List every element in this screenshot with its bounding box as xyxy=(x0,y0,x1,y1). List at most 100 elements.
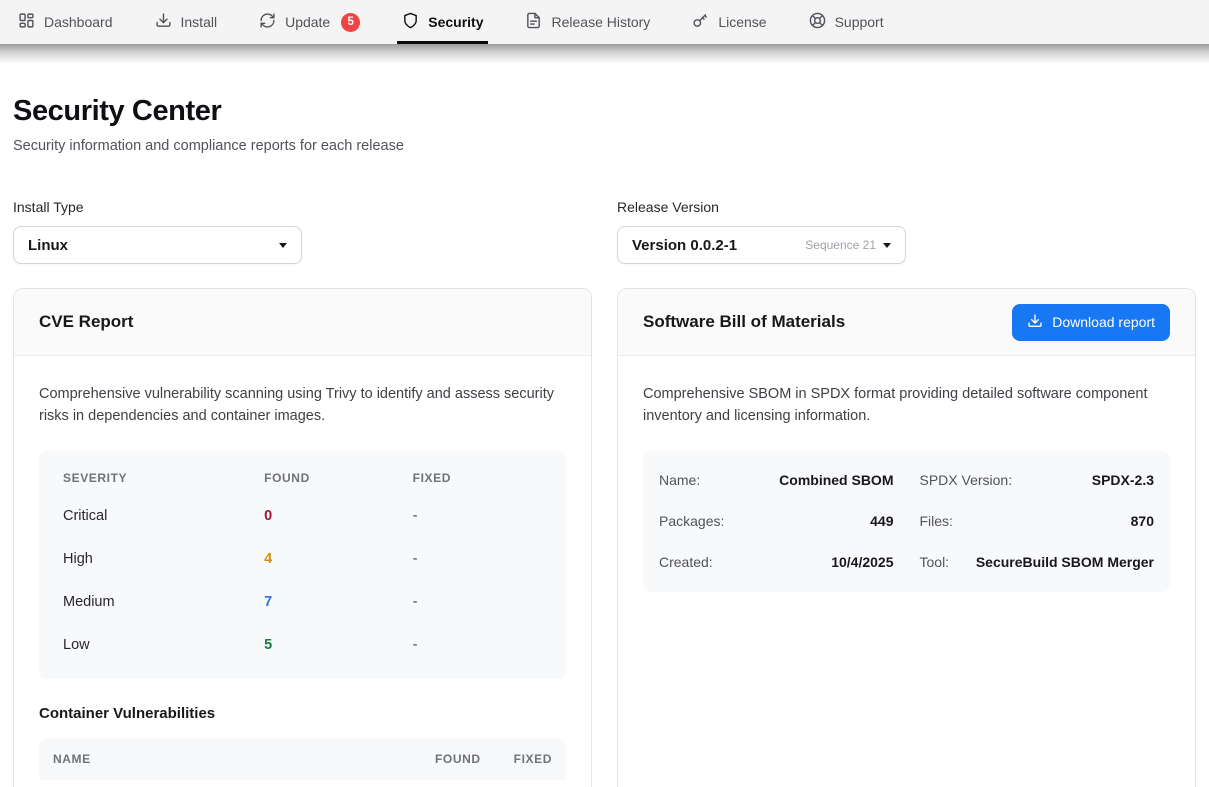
download-icon xyxy=(1027,313,1043,332)
nav-item-update[interactable]: Update 5 xyxy=(259,0,360,44)
col-found: FOUND xyxy=(264,471,412,485)
found-count: 7 xyxy=(264,594,412,610)
severity-label: Low xyxy=(63,637,264,653)
security-center-page: Security Center Security information and… xyxy=(0,95,1209,787)
nav-item-release-history[interactable]: Release History xyxy=(525,0,650,44)
severity-label: High xyxy=(63,551,264,567)
detail-value: 870 xyxy=(1131,513,1154,529)
found-count: 0 xyxy=(264,508,412,524)
nav-label: Release History xyxy=(551,14,650,30)
chevron-down-icon xyxy=(279,243,287,248)
severity-table: SEVERITY FOUND FIXED Critical 0 - High 4… xyxy=(39,451,566,679)
fixed-count: - xyxy=(413,551,542,567)
cve-report-description: Comprehensive vulnerability scanning usi… xyxy=(39,384,566,428)
install-type-label: Install Type xyxy=(13,199,592,215)
col-fixed: FIXED xyxy=(514,752,552,766)
detail-label: Files: xyxy=(920,513,953,529)
sbom-detail-files: Files: 870 xyxy=(920,501,1155,542)
support-lifebuoy-icon xyxy=(809,12,826,32)
nav-label: Install xyxy=(181,14,218,30)
cve-report-body: Comprehensive vulnerability scanning usi… xyxy=(14,356,591,787)
sbom-details-table: Name: Combined SBOM SPDX Version: SPDX-2… xyxy=(643,451,1170,592)
install-icon xyxy=(155,12,172,32)
fixed-count: - xyxy=(413,594,542,610)
install-type-select[interactable]: Linux xyxy=(13,226,302,264)
nav-label: Dashboard xyxy=(44,14,113,30)
top-navigation: Dashboard Install Update 5 Security xyxy=(0,0,1209,44)
page-title: Security Center xyxy=(13,95,1196,128)
container-vulnerabilities-section: Container Vulnerabilities NAME FOUND FIX… xyxy=(39,705,566,780)
page-subtitle: Security information and compliance repo… xyxy=(13,138,1196,154)
cve-report-card: CVE Report Comprehensive vulnerability s… xyxy=(13,288,592,787)
update-count-badge: 5 xyxy=(341,13,360,32)
severity-row-low: Low 5 - xyxy=(63,624,542,667)
detail-label: Name: xyxy=(659,472,700,488)
sbom-detail-created: Created: 10/4/2025 xyxy=(659,542,894,583)
release-version-value: Version 0.0.2-1 xyxy=(632,237,737,254)
col-found: FOUND xyxy=(435,752,481,766)
release-history-icon xyxy=(525,12,542,32)
nav-label: License xyxy=(718,14,766,30)
chevron-down-icon xyxy=(883,243,891,248)
detail-value: 10/4/2025 xyxy=(831,554,893,570)
download-report-label: Download report xyxy=(1052,314,1155,330)
download-report-button[interactable]: Download report xyxy=(1012,304,1170,341)
found-count: 4 xyxy=(264,551,412,567)
nav-shadow-divider xyxy=(0,44,1209,64)
col-fixed: FIXED xyxy=(413,471,542,485)
found-count: 5 xyxy=(264,637,412,653)
nav-label: Support xyxy=(835,14,884,30)
update-icon xyxy=(259,12,276,32)
nav-item-install[interactable]: Install xyxy=(155,0,218,44)
detail-label: SPDX Version: xyxy=(920,472,1013,488)
container-vulnerabilities-title: Container Vulnerabilities xyxy=(39,705,566,722)
dashboard-icon xyxy=(18,12,35,32)
license-key-icon xyxy=(692,12,709,32)
detail-value: Combined SBOM xyxy=(779,472,893,488)
sbom-description: Comprehensive SBOM in SPDX format provid… xyxy=(643,384,1170,428)
severity-row-high: High 4 - xyxy=(63,538,542,581)
sbom-detail-tool: Tool: SecureBuild SBOM Merger xyxy=(920,542,1155,583)
severity-row-critical: Critical 0 - xyxy=(63,495,542,538)
sbom-body: Comprehensive SBOM in SPDX format provid… xyxy=(618,356,1195,616)
report-cards: CVE Report Comprehensive vulnerability s… xyxy=(13,288,1196,787)
col-name: NAME xyxy=(53,752,435,766)
col-severity: SEVERITY xyxy=(63,471,264,485)
cve-report-title: CVE Report xyxy=(39,312,133,332)
nav-label: Security xyxy=(428,14,483,30)
severity-label: Medium xyxy=(63,594,264,610)
nav-label: Update xyxy=(285,14,330,30)
nav-item-license[interactable]: License xyxy=(692,0,766,44)
install-type-value: Linux xyxy=(28,237,68,254)
detail-label: Created: xyxy=(659,554,713,570)
sbom-details-row: Name: Combined SBOM SPDX Version: SPDX-2… xyxy=(659,460,1154,501)
release-version-filter: Release Version Version 0.0.2-1 Sequence… xyxy=(617,199,1196,264)
detail-value: 449 xyxy=(870,513,893,529)
sbom-detail-name: Name: Combined SBOM xyxy=(659,460,894,501)
severity-table-header: SEVERITY FOUND FIXED xyxy=(63,459,542,495)
security-shield-icon xyxy=(402,12,419,32)
release-version-select[interactable]: Version 0.0.2-1 Sequence 21 xyxy=(617,226,906,264)
sbom-card: Software Bill of Materials Download repo… xyxy=(617,288,1196,787)
detail-value: SecureBuild SBOM Merger xyxy=(976,554,1154,570)
sbom-details-row: Created: 10/4/2025 Tool: SecureBuild SBO… xyxy=(659,542,1154,583)
filters-row: Install Type Linux Release Version Versi… xyxy=(13,199,1196,264)
severity-label: Critical xyxy=(63,508,264,524)
detail-label: Tool: xyxy=(920,554,950,570)
nav-item-support[interactable]: Support xyxy=(809,0,884,44)
release-version-label: Release Version xyxy=(617,199,1196,215)
sbom-title: Software Bill of Materials xyxy=(643,312,845,332)
severity-row-medium: Medium 7 - xyxy=(63,581,542,624)
sbom-details-row: Packages: 449 Files: 870 xyxy=(659,501,1154,542)
nav-item-security[interactable]: Security xyxy=(402,0,483,44)
fixed-count: - xyxy=(413,508,542,524)
sbom-header: Software Bill of Materials Download repo… xyxy=(618,289,1195,356)
detail-label: Packages: xyxy=(659,513,724,529)
detail-value: SPDX-2.3 xyxy=(1092,472,1154,488)
release-sequence-meta: Sequence 21 xyxy=(805,238,876,252)
nav-item-dashboard[interactable]: Dashboard xyxy=(18,0,113,44)
fixed-count: - xyxy=(413,637,542,653)
install-type-filter: Install Type Linux xyxy=(13,199,592,264)
container-vulnerabilities-table-header: NAME FOUND FIXED xyxy=(39,738,566,780)
sbom-detail-packages: Packages: 449 xyxy=(659,501,894,542)
